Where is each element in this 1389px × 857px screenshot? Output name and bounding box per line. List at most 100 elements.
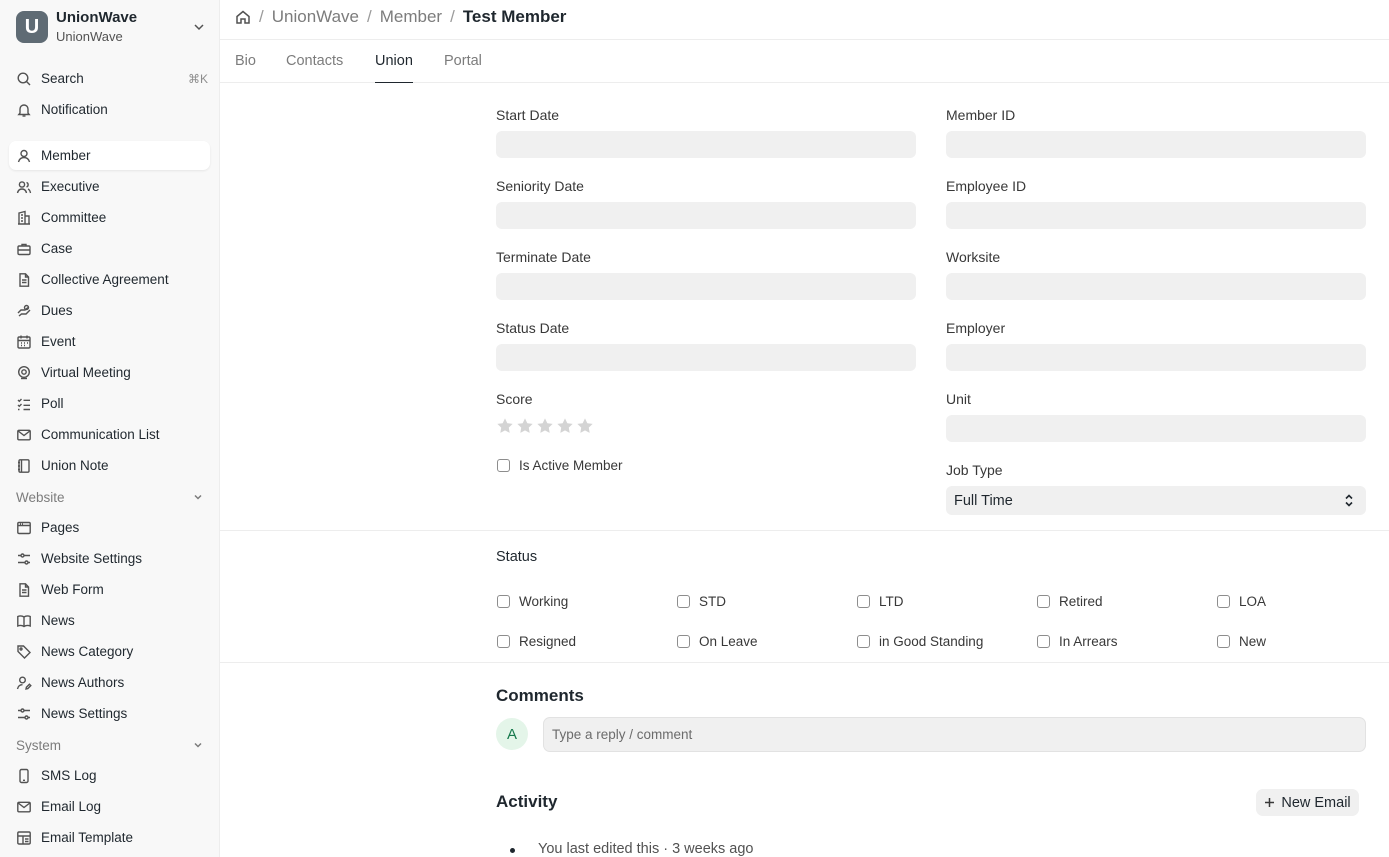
status-in-arrears-checkbox[interactable]: In Arrears: [1037, 634, 1118, 649]
sidebar-item-web-form[interactable]: Web Form: [9, 575, 210, 604]
checkbox[interactable]: [857, 635, 870, 648]
star-icon[interactable]: [576, 417, 594, 435]
terminate-date-input[interactable]: [496, 273, 916, 300]
status-working-checkbox[interactable]: Working: [497, 594, 568, 609]
is-active-member-checkbox[interactable]: Is Active Member: [497, 458, 623, 473]
status-ltd-checkbox[interactable]: LTD: [857, 594, 904, 609]
sidebar-item-member[interactable]: Member: [9, 141, 210, 170]
checkbox[interactable]: [677, 595, 690, 608]
checkbox[interactable]: [677, 635, 690, 648]
status-on-leave-checkbox[interactable]: On Leave: [677, 634, 758, 649]
checkbox[interactable]: [857, 595, 870, 608]
document-icon: [19, 272, 30, 287]
checkbox[interactable]: [497, 459, 510, 472]
sidebar-item-news-authors[interactable]: News Authors: [9, 668, 210, 697]
tab-union[interactable]: Union: [375, 40, 413, 83]
sidebar-item-label: Email Log: [41, 799, 102, 814]
status-retired-checkbox[interactable]: Retired: [1037, 594, 1103, 609]
unit-label: Unit: [946, 391, 971, 407]
unit-input[interactable]: [946, 415, 1366, 442]
checkbox-label: Is Active Member: [519, 458, 623, 473]
start-date-input[interactable]: [496, 131, 916, 158]
sidebar: U UnionWave UnionWave Search ⌘K Notifica…: [0, 0, 220, 857]
sidebar-item-committee[interactable]: Committee: [9, 203, 210, 232]
sidebar-item-poll[interactable]: Poll: [9, 389, 210, 418]
bell-icon: [17, 103, 31, 117]
checkbox[interactable]: [497, 635, 510, 648]
avatar: A: [496, 718, 528, 750]
status-good-standing-checkbox[interactable]: in Good Standing: [857, 634, 983, 649]
seniority-date-input[interactable]: [496, 202, 916, 229]
comments-title: Comments: [496, 686, 584, 705]
member-id-input[interactable]: [946, 131, 1366, 158]
score-rating[interactable]: [496, 417, 596, 435]
tab-portal[interactable]: Portal: [444, 40, 482, 83]
activity-title: Activity: [496, 792, 558, 811]
checkbox-label: LOA: [1239, 594, 1267, 609]
checkbox[interactable]: [497, 595, 510, 608]
sidebar-section-website[interactable]: Website: [16, 487, 204, 507]
status-section-title: Status: [496, 549, 538, 565]
status-resigned-checkbox[interactable]: Resigned: [497, 634, 576, 649]
sidebar-item-email-log[interactable]: Email Log: [9, 792, 210, 821]
star-icon[interactable]: [516, 417, 534, 435]
sidebar-item-email-template[interactable]: Email Template: [9, 823, 210, 852]
sidebar-item-virtual-meeting[interactable]: Virtual Meeting: [9, 358, 210, 387]
workspace-switcher[interactable]: U UnionWave UnionWave: [16, 9, 212, 44]
job-type-label: Job Type: [946, 462, 1003, 478]
home-icon: [236, 10, 250, 24]
sliders-icon: [18, 552, 30, 565]
member-id-label: Member ID: [946, 107, 1016, 123]
sidebar-item-collective-agreement[interactable]: Collective Agreement: [9, 265, 210, 294]
employer-input[interactable]: [946, 344, 1366, 371]
sidebar-item-pages[interactable]: Pages: [9, 513, 210, 542]
sidebar-item-event[interactable]: Event: [9, 327, 210, 356]
sidebar-item-sms-log[interactable]: SMS Log: [9, 761, 210, 790]
star-icon[interactable]: [556, 417, 574, 435]
comment-input[interactable]: Type a reply / comment: [543, 717, 1366, 752]
tab-contacts[interactable]: Contacts: [286, 40, 343, 83]
checkbox[interactable]: [1037, 635, 1050, 648]
tab-bio[interactable]: Bio: [235, 40, 256, 83]
plus-icon: [1265, 798, 1275, 807]
status-loa-checkbox[interactable]: LOA: [1217, 594, 1266, 609]
status-std-checkbox[interactable]: STD: [677, 594, 726, 609]
sidebar-item-label: Event: [41, 334, 76, 349]
sidebar-item-website-settings[interactable]: Website Settings: [9, 544, 210, 573]
breadcrumb-member[interactable]: Member: [380, 7, 442, 27]
status-date-input[interactable]: [496, 344, 916, 371]
sidebar-item-case[interactable]: Case: [9, 234, 210, 263]
checkbox[interactable]: [1217, 595, 1230, 608]
checkbox[interactable]: [1037, 595, 1050, 608]
sidebar-item-news-settings[interactable]: News Settings: [9, 699, 210, 728]
sidebar-item-label: Communication List: [41, 427, 160, 442]
sidebar-item-label: Virtual Meeting: [41, 365, 131, 380]
status-new-checkbox[interactable]: New: [1217, 634, 1266, 649]
star-icon[interactable]: [536, 417, 554, 435]
status-date-label: Status Date: [496, 320, 570, 336]
score-label: Score: [496, 391, 533, 407]
sidebar-item-union-note[interactable]: Union Note: [9, 451, 210, 480]
sidebar-section-system[interactable]: System: [16, 735, 204, 755]
sidebar-item-news[interactable]: News: [9, 606, 210, 635]
worksite-label: Worksite: [946, 249, 1001, 265]
search-button[interactable]: Search ⌘K: [9, 64, 210, 93]
sidebar-item-dues[interactable]: Dues: [9, 296, 210, 325]
home-link[interactable]: [235, 9, 251, 25]
star-icon[interactable]: [496, 417, 514, 435]
sidebar-item-label: Pages: [41, 520, 80, 535]
notification-button[interactable]: Notification: [9, 95, 210, 124]
breadcrumb-separator: /: [450, 7, 455, 26]
job-type-select[interactable]: Full Time: [946, 486, 1366, 515]
breadcrumb-unionwave[interactable]: UnionWave: [272, 7, 359, 27]
employee-id-input[interactable]: [946, 202, 1366, 229]
checkbox[interactable]: [1217, 635, 1230, 648]
checkbox-label: in Good Standing: [879, 634, 984, 649]
worksite-input[interactable]: [946, 273, 1366, 300]
new-email-button[interactable]: New Email: [1256, 789, 1359, 816]
document-icon: [19, 582, 30, 597]
sidebar-item-executive[interactable]: Executive: [9, 172, 210, 201]
sidebar-item-news-category[interactable]: News Category: [9, 637, 210, 666]
section-divider: [220, 662, 1389, 663]
sidebar-item-communication-list[interactable]: Communication List: [9, 420, 210, 449]
